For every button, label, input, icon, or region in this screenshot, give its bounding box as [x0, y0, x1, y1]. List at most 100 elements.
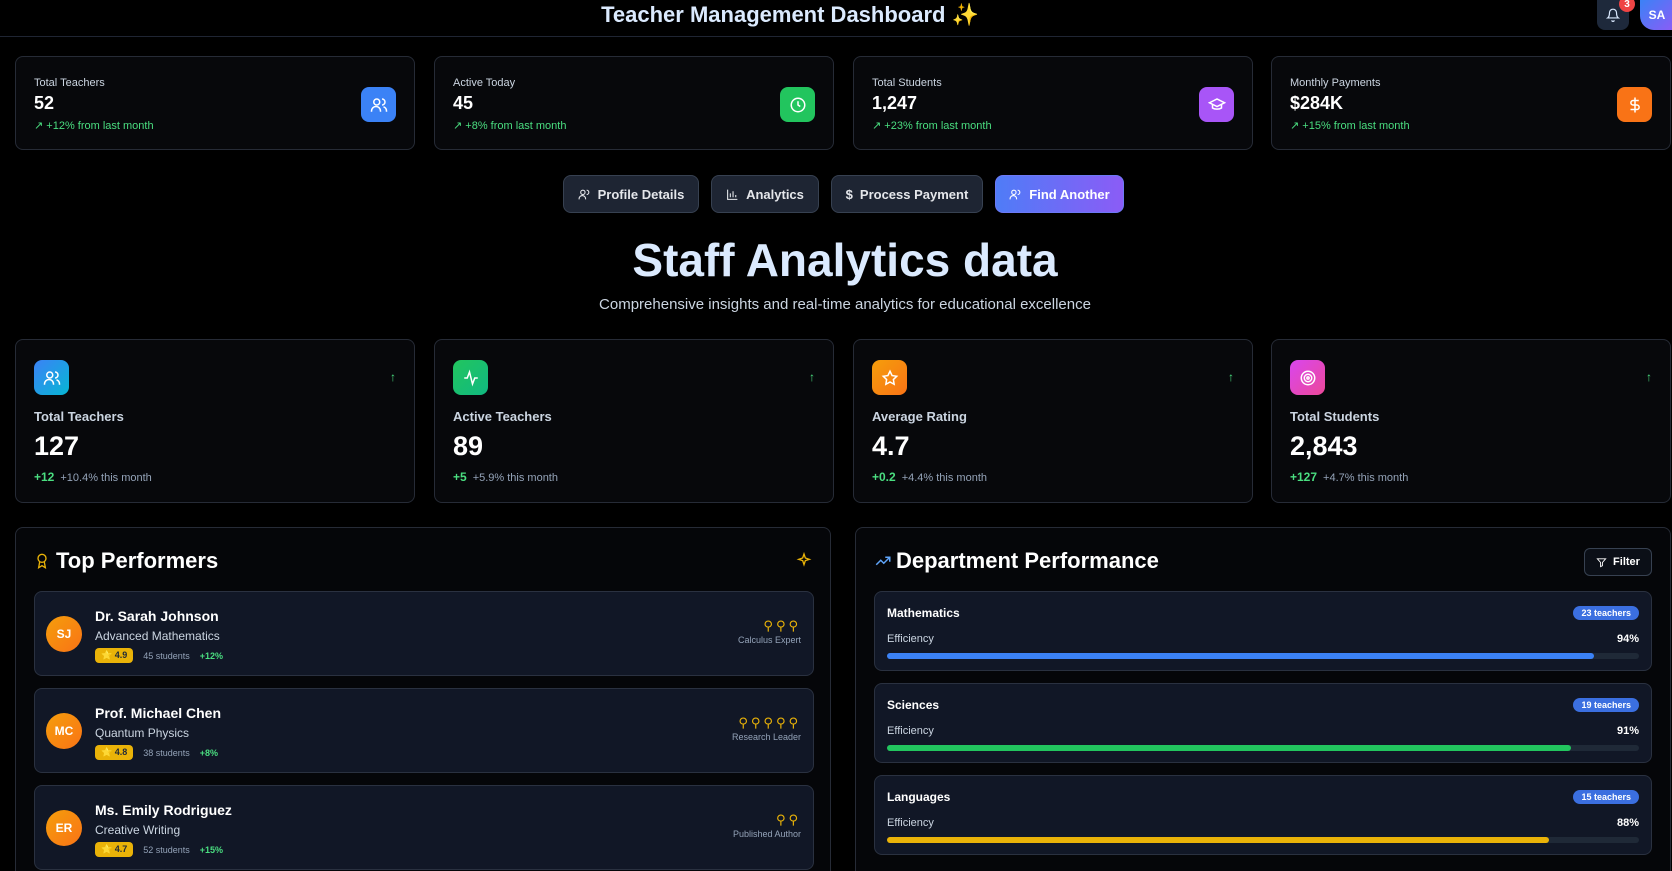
growth-value: +15% [199, 844, 224, 855]
department-card[interactable]: Mathematics 23 teachers Efficiency 94% [874, 591, 1652, 671]
filter-icon [1596, 557, 1607, 567]
analytics-delta: +0.2 +4.4% this month [872, 470, 987, 484]
analytics-delta: +127 +4.7% this month [1290, 470, 1408, 484]
performer-meta: ⭐ 4.7 52 students +15% [95, 842, 223, 857]
stat-change-text: +12% from last month [46, 120, 154, 132]
hero-subtitle: Comprehensive insights and real-time ana… [599, 296, 1091, 313]
performer-badges: ⚲⚲⚲ Calculus Expert [738, 618, 801, 645]
growth-value: +12% [199, 650, 224, 661]
metric-percent: 94% [1616, 633, 1639, 645]
find-another-button[interactable]: Find Another [995, 175, 1124, 213]
performer-card[interactable]: MC Prof. Michael Chen Quantum Physics ⭐ … [34, 688, 814, 773]
performer-avatar: SJ [46, 616, 82, 652]
filter-button[interactable]: Filter [1584, 548, 1652, 576]
stat-change-text: +23% from last month [884, 120, 992, 132]
department-name: Sciences [887, 698, 940, 712]
progress-track [887, 745, 1639, 751]
department-name: Mathematics [887, 606, 960, 620]
analytics-label: Total Students [1290, 409, 1380, 424]
stat-value: $284K [1290, 93, 1344, 113]
find-another-label: Find Another [1029, 186, 1110, 202]
rating-value: 4.8 [114, 747, 128, 757]
bar-chart-icon [727, 189, 738, 200]
department-performance-panel: Department Performance Filter Mathematic… [855, 527, 1671, 871]
department-name: Languages [887, 790, 951, 804]
metric-label: Efficiency [887, 633, 934, 645]
trending-up-icon [875, 556, 891, 566]
performer-card[interactable]: ER Ms. Emily Rodriguez Creative Writing … [34, 785, 814, 870]
student-count: 45 students [143, 650, 190, 661]
analytics-value: 89 [453, 431, 484, 461]
teacher-count-badge: 19 teachers [1573, 698, 1639, 712]
progress-fill [887, 745, 1572, 751]
profile-details-button[interactable]: Profile Details [563, 175, 699, 213]
metric-percent: 91% [1616, 725, 1639, 737]
stat-label: Total Teachers [34, 77, 105, 89]
analytics-value: 4.7 [872, 431, 910, 461]
metric-label: Efficiency [887, 817, 934, 829]
star-icon [872, 360, 907, 395]
stat-change: ↗ +12% from last month [34, 120, 154, 132]
page-title: Teacher Management Dashboard ✨ [0, 2, 1580, 28]
analytics-delta-value: +12 [34, 470, 55, 484]
analytics-label: Total Teachers [34, 409, 124, 424]
arrow-up-icon: ↑ [809, 370, 815, 384]
progress-fill [887, 837, 1549, 843]
analytics-button[interactable]: Analytics [711, 175, 819, 213]
stat-value: 1,247 [872, 93, 918, 113]
progress-track [887, 837, 1639, 843]
medal-icons: ⚲⚲ [775, 812, 801, 827]
arrow-up-icon: ↑ [390, 370, 396, 384]
target-icon [1290, 360, 1325, 395]
analytics-card-average-rating: ↑ Average Rating 4.7 +0.2 +4.4% this mont… [853, 339, 1253, 503]
stat-change-text: +8% from last month [465, 120, 567, 132]
analytics-note: +5.9% this month [472, 472, 558, 484]
arrow-up-icon: ↑ [1228, 370, 1234, 384]
user-avatar[interactable]: SA [1640, 0, 1672, 30]
users-icon [361, 87, 396, 122]
medal-icons: ⚲⚲⚲ [763, 618, 801, 633]
teacher-count-badge: 15 teachers [1573, 790, 1639, 804]
stat-value: 52 [34, 93, 55, 113]
analytics-value: 2,843 [1290, 431, 1358, 461]
users-icon [1009, 189, 1021, 199]
stat-change: ↗ +15% from last month [1290, 120, 1410, 132]
badge-title: Published Author [732, 829, 801, 839]
progress-track [887, 653, 1639, 659]
process-payment-button[interactable]: $ Process Payment [831, 175, 983, 213]
notifications-button[interactable]: 3 [1597, 0, 1635, 30]
analytics-delta-value: +127 [1290, 470, 1318, 484]
stat-card-active-today: Active Today 45 ↗ +8% from last month [434, 56, 834, 150]
analytics-card-total-students: ↑ Total Students 2,843 +127 +4.7% this mo… [1271, 339, 1671, 503]
performer-card[interactable]: SJ Dr. Sarah Johnson Advanced Mathematic… [34, 591, 814, 676]
page-title-text: Teacher Management Dashboard [601, 2, 946, 27]
rating-badge: ⭐ 4.9 [95, 648, 134, 663]
performer-subject: Creative Writing [95, 823, 181, 837]
dollar-icon [1617, 87, 1652, 122]
stat-card-total-teachers: Total Teachers 52 ↗ +12% from last month [15, 56, 415, 150]
rating-badge: ⭐ 4.8 [95, 745, 134, 760]
rating-badge: ⭐ 4.7 [95, 842, 134, 857]
stat-label: Monthly Payments [1290, 77, 1381, 89]
analytics-card-total-teachers: ↑ Total Teachers 127 +12 +10.4% this mont… [15, 339, 415, 503]
hero-title: Staff Analytics data [632, 234, 1058, 286]
performer-name: Ms. Emily Rodriguez [95, 802, 232, 818]
analytics-delta-value: +5 [453, 470, 467, 484]
performer-name: Dr. Sarah Johnson [95, 608, 219, 624]
performer-meta: ⭐ 4.8 38 students +8% [95, 745, 218, 760]
stat-card-monthly-payments: Monthly Payments $284K ↗ +15% from last … [1271, 56, 1671, 150]
top-bar: Teacher Management Dashboard ✨ 3 SA [0, 0, 1672, 37]
student-count: 38 students [143, 747, 190, 758]
analytics-card-active-teachers: ↑ Active Teachers 89 +5 +5.9% this month [434, 339, 834, 503]
department-card[interactable]: Sciences 19 teachers Efficiency 91% [874, 683, 1652, 763]
stat-card-total-students: Total Students 1,247 ↗ +23% from last mo… [853, 56, 1253, 150]
department-card[interactable]: Languages 15 teachers Efficiency 88% [874, 775, 1652, 855]
analytics-label: Analytics [746, 186, 804, 202]
activity-icon [453, 360, 488, 395]
analytics-note: +10.4% this month [60, 472, 152, 484]
top-performers-title: Top Performers [56, 548, 219, 573]
teacher-count-badge: 23 teachers [1573, 606, 1639, 620]
analytics-delta: +5 +5.9% this month [453, 470, 558, 484]
top-performers-panel: Top Performers SJ Dr. Sarah Johnson Adva… [15, 527, 831, 871]
performer-badges: ⚲⚲ Published Author [733, 812, 801, 839]
